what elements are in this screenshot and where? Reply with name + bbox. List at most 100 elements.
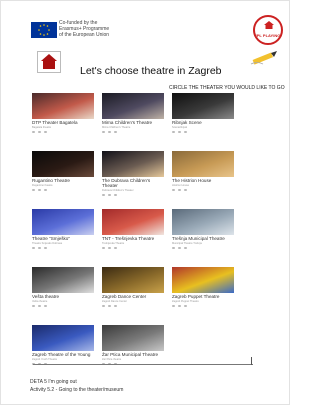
share-icons bbox=[172, 188, 234, 191]
share-icon bbox=[178, 188, 181, 191]
iplaying-logo: IPL PLAYING bbox=[253, 15, 283, 45]
share-icon bbox=[114, 193, 117, 196]
instruction-text: CIRCLE THE THEATER YOU WOULD LIKE TO GO bbox=[169, 85, 285, 91]
share-icons bbox=[32, 188, 94, 191]
theatre-photo bbox=[32, 267, 94, 293]
theatre-card[interactable]: The Dubrava Children's Theater Dubrava Ch… bbox=[102, 151, 164, 196]
theatre-subtitle: Histrion House bbox=[172, 183, 190, 187]
theatre-photo bbox=[32, 325, 94, 351]
share-icons bbox=[172, 246, 234, 249]
theatre-subtitle: Trešnjevka Theatre bbox=[102, 241, 125, 245]
share-icon bbox=[44, 304, 47, 307]
theatre-label: Zagreb Theatre of the Young bbox=[32, 352, 91, 357]
theatre-card[interactable]: The Histrion House Histrion House bbox=[172, 151, 234, 191]
theatre-card[interactable]: Vešta theatre Vešta theatre bbox=[32, 267, 94, 307]
theatre-card[interactable]: Rugantino Theatre Rugantino theatre bbox=[32, 151, 94, 191]
theatre-card[interactable]: TNT - Trešnjevka Theatre Trešnjevka Theat… bbox=[102, 209, 164, 249]
theatre-photo bbox=[32, 151, 94, 177]
theatre-photo bbox=[102, 209, 164, 235]
theatre-photo bbox=[102, 93, 164, 119]
theatre-label: Mirna Children's Theatre bbox=[102, 120, 153, 125]
share-icon bbox=[38, 304, 41, 307]
theatre-subtitle: Zagreb Youth Theatre bbox=[32, 357, 58, 361]
theatre-label: Rugantino Theatre bbox=[32, 178, 70, 183]
house-icon bbox=[264, 21, 274, 29]
theatre-photo bbox=[172, 93, 234, 119]
theatre-subtitle: Zagreb Dance Center bbox=[102, 299, 127, 303]
share-icon bbox=[108, 304, 111, 307]
share-icon bbox=[44, 130, 47, 133]
share-icon bbox=[114, 130, 117, 133]
share-icon bbox=[114, 246, 117, 249]
theatre-card[interactable]: Theatre "Smješko" Theatre Smjesko Dubrava bbox=[32, 209, 94, 249]
share-icon bbox=[178, 304, 181, 307]
share-icon bbox=[38, 246, 41, 249]
theatre-subtitle: Zagreb Puppet Theatre bbox=[172, 299, 199, 303]
theatre-label: Ribnjak Scene bbox=[172, 120, 202, 125]
share-icon bbox=[32, 188, 35, 191]
footer-line-2: Activity 5.2 - Going to the theater/muse… bbox=[30, 387, 124, 393]
theatre-label: The Dubrava Children's Theater bbox=[102, 178, 151, 189]
share-icon bbox=[178, 130, 181, 133]
theatre-subtitle: Scenaribnjak bbox=[172, 125, 187, 129]
pencil-icon bbox=[250, 51, 277, 65]
theatre-label: The Histrion House bbox=[172, 178, 212, 183]
share-icon bbox=[102, 304, 105, 307]
share-icon bbox=[172, 304, 175, 307]
theatre-subtitle: Mirna Children's Theatre bbox=[102, 125, 131, 129]
theatre-card[interactable]: Ribnjak Scene Scenaribnjak bbox=[172, 93, 234, 133]
share-icons bbox=[32, 304, 94, 307]
share-icon bbox=[178, 246, 181, 249]
share-icons bbox=[102, 193, 164, 196]
share-icon bbox=[44, 246, 47, 249]
theatre-photo bbox=[32, 93, 94, 119]
share-icon bbox=[38, 188, 41, 191]
theatre-card[interactable]: Zagreb Dance Center Zagreb Dance Center bbox=[102, 267, 164, 307]
eu-cofunding-text: Co-funded by the Erasmus+ Programme of t… bbox=[59, 20, 139, 38]
eu-text-line: of the European Union bbox=[59, 32, 110, 38]
share-icon bbox=[184, 304, 187, 307]
share-icon bbox=[32, 130, 35, 133]
theatre-photo bbox=[102, 151, 164, 177]
text-cursor bbox=[251, 357, 252, 365]
eu-flag-logo bbox=[31, 22, 57, 38]
share-icon bbox=[172, 130, 175, 133]
share-icon bbox=[108, 130, 111, 133]
theatre-label: Zagreb Dance Center bbox=[102, 294, 147, 299]
theatre-photo bbox=[102, 325, 164, 351]
theatre-subtitle: Bagatela theatre bbox=[32, 125, 52, 129]
share-icon bbox=[172, 188, 175, 191]
theatre-photo bbox=[172, 267, 234, 293]
theatre-card[interactable]: Zagreb Theatre of the Young Zagreb Youth … bbox=[32, 325, 94, 365]
share-icon bbox=[184, 188, 187, 191]
share-icon bbox=[108, 193, 111, 196]
school-logo bbox=[37, 51, 61, 73]
worksheet-page: Co-funded by the Erasmus+ Programme of t… bbox=[0, 0, 290, 405]
theatre-card[interactable]: Trešnja Municipal Theatre Municipal Theat… bbox=[172, 209, 234, 249]
theatre-subtitle: Žar Ptica theatre bbox=[102, 357, 122, 361]
theatre-subtitle: Municipal Theatre Trešnja bbox=[172, 241, 202, 245]
share-icon bbox=[102, 193, 105, 196]
share-icon bbox=[172, 246, 175, 249]
share-icon bbox=[32, 304, 35, 307]
theatre-label: Trešnja Municipal Theatre bbox=[172, 236, 225, 241]
theatre-photo bbox=[172, 209, 234, 235]
share-icon bbox=[44, 188, 47, 191]
theatre-label: Zagreb Puppet Theatre bbox=[172, 294, 220, 299]
theatre-label: DTP Theater Bagatela bbox=[32, 120, 78, 125]
share-icons bbox=[172, 130, 234, 133]
share-icons bbox=[32, 246, 94, 249]
share-icon bbox=[32, 246, 35, 249]
theatre-subtitle: Theatre Smjesko Dubrava bbox=[32, 241, 63, 245]
theatre-photo bbox=[32, 209, 94, 235]
iplaying-logo-text: IPL PLAYING bbox=[255, 33, 281, 38]
share-icons bbox=[102, 130, 164, 133]
theatre-card[interactable]: Zagreb Puppet Theatre Zagreb Puppet Theat… bbox=[172, 267, 234, 307]
share-icon bbox=[102, 246, 105, 249]
footer-line-1: DETA 5 I'm going out bbox=[30, 379, 77, 385]
theatre-card[interactable]: Žar Ptica Municipal Theatre Žar Ptica the… bbox=[102, 325, 164, 365]
theatre-card[interactable]: Mirna Children's Theatre Mirna Children's… bbox=[102, 93, 164, 133]
theatre-card[interactable]: DTP Theater Bagatela Bagatela theatre bbox=[32, 93, 94, 133]
theatre-subtitle: Dubrava Children's Theater bbox=[102, 188, 134, 192]
share-icon bbox=[114, 304, 117, 307]
